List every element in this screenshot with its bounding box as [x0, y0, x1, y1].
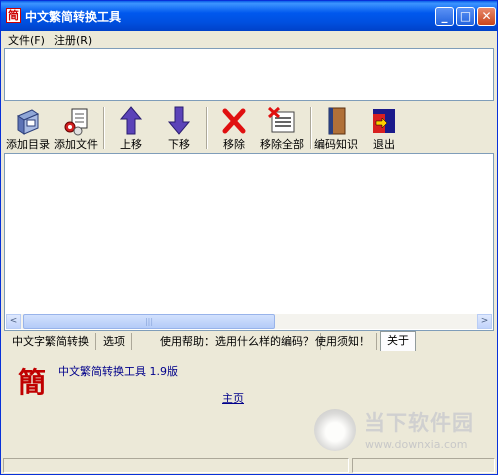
- tab-about[interactable]: 关于: [380, 331, 416, 351]
- file-list[interactable]: < ||| >: [4, 153, 494, 331]
- remove-all-button[interactable]: 移除全部: [257, 106, 307, 152]
- exit-label: 退出: [373, 138, 395, 151]
- arrow-down-icon: [163, 106, 195, 136]
- scroll-right-button[interactable]: >: [477, 314, 492, 329]
- scroll-thumb[interactable]: |||: [23, 314, 275, 329]
- logo-char: 簡: [18, 366, 47, 399]
- exit-door-icon: [368, 106, 400, 136]
- watermark-brand: 当下软件园: [364, 411, 474, 435]
- book-icon: [320, 106, 352, 136]
- tab-options[interactable]: 选项: [97, 333, 132, 350]
- exit-button[interactable]: 退出: [364, 106, 404, 152]
- tab-help[interactable]: 使用帮助：选用什么样的编码？: [154, 333, 321, 350]
- tab-conversion[interactable]: 中文字繁简转换: [6, 333, 96, 350]
- toolbar-separator: [103, 107, 105, 149]
- toolbar-separator: [206, 107, 208, 149]
- move-up-label: 上移: [120, 138, 142, 151]
- window-title: 中文繁简转换工具: [25, 10, 122, 24]
- minimize-button[interactable]: _: [435, 7, 454, 26]
- arrow-up-icon: [115, 106, 147, 136]
- tab-strip: 中文字繁简转换 选项 使用帮助：选用什么样的编码？ 使用须知！ 关于: [4, 331, 494, 351]
- encoding-knowledge-label: 编码知识: [314, 138, 358, 151]
- menu-bar: 文件(F) 注册(R): [1, 31, 497, 47]
- scroll-left-button[interactable]: <: [6, 314, 21, 329]
- watermark-logo-icon: [314, 409, 356, 451]
- move-down-label: 下移: [168, 138, 190, 151]
- add-file-label: 添加文件: [54, 138, 98, 151]
- main-window: 简 中文繁简转换工具 _ □ ✕ 文件(F) 注册(R) 添加目录 添加文件 上…: [0, 0, 498, 475]
- add-file-icon: [60, 106, 92, 136]
- status-pane-main: [3, 458, 349, 473]
- app-icon: 简: [6, 8, 21, 23]
- watermark: 当下软件园 www.downxia.com: [312, 405, 497, 459]
- app-name-version: 中文繁简转换工具 1.9版: [58, 365, 178, 378]
- add-file-button[interactable]: 添加文件: [53, 106, 99, 152]
- homepage-link[interactable]: 主页: [222, 390, 244, 406]
- input-area[interactable]: [4, 48, 494, 101]
- maximize-button[interactable]: □: [456, 7, 475, 26]
- move-down-button[interactable]: 下移: [159, 106, 199, 152]
- status-bar: [1, 456, 497, 474]
- remove-all-icon: [266, 106, 298, 136]
- title-bar[interactable]: 简 中文繁简转换工具 _ □ ✕: [1, 1, 497, 31]
- add-folder-icon: [12, 106, 44, 136]
- horizontal-scrollbar[interactable]: < ||| >: [6, 314, 492, 329]
- add-folder-label: 添加目录: [6, 138, 50, 151]
- remove-all-label: 移除全部: [260, 138, 304, 151]
- remove-button[interactable]: 移除: [214, 106, 254, 152]
- close-button[interactable]: ✕: [477, 7, 496, 26]
- encoding-knowledge-button[interactable]: 编码知识: [313, 106, 359, 152]
- remove-label: 移除: [223, 138, 245, 151]
- toolbar-separator: [310, 107, 312, 149]
- remove-x-icon: [218, 106, 250, 136]
- menu-register[interactable]: 注册(R): [54, 32, 92, 48]
- add-folder-button[interactable]: 添加目录: [5, 106, 51, 152]
- watermark-url: www.downxia.com: [365, 438, 468, 451]
- toolbar: 添加目录 添加文件 上移 下移 移除 移除全部 编码知识 退出: [1, 104, 497, 152]
- menu-file[interactable]: 文件(F): [8, 32, 45, 48]
- move-up-button[interactable]: 上移: [111, 106, 151, 152]
- tab-notice[interactable]: 使用须知！: [309, 333, 377, 350]
- status-pane-right: [352, 458, 495, 473]
